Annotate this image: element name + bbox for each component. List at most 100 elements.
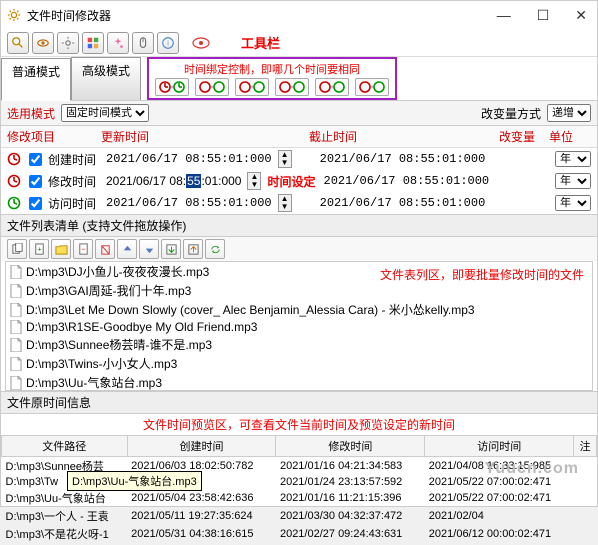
filelist-toolbar: + −	[1, 237, 597, 261]
mouse-button[interactable]	[132, 32, 154, 54]
col-note[interactable]: 注	[574, 436, 597, 457]
move-down-button[interactable]	[139, 239, 159, 259]
file-path: D:\mp3\Let Me Down Slowly (cover_ Alec B…	[26, 301, 475, 318]
col-update: 更新时间	[101, 128, 309, 145]
help-button[interactable]: i	[157, 32, 179, 54]
svg-text:+: +	[37, 244, 41, 253]
col-unit: 单位	[549, 128, 589, 145]
bind-label: 时间绑定控制，即哪几个时间要相同	[155, 61, 389, 77]
bind-button-2[interactable]	[195, 78, 229, 96]
create-unit-select[interactable]: 年	[555, 151, 591, 167]
main-toolbar: i 工具栏	[1, 29, 597, 57]
table-row[interactable]: D:\mp3\一个人 - 王袁2021/05/11 19:27:35:62420…	[2, 507, 597, 525]
modify-checkbox[interactable]	[29, 175, 42, 188]
modify-update-time[interactable]: 2021/06/17 08:55:01:000	[104, 174, 243, 189]
svg-text:−: −	[81, 244, 85, 253]
cell-access: 2021/04/08 16:33:15:985	[425, 457, 574, 476]
bind-button-6[interactable]	[355, 78, 389, 96]
col-cutoff: 截止时间	[309, 128, 499, 145]
modify-time-row: 修改时间 2021/06/17 08:55:01:000 ▲▼ 时间设定 202…	[1, 170, 597, 192]
access-update-time[interactable]: 2021/06/17 08:55:01:000	[104, 196, 274, 210]
file-icon	[10, 284, 22, 298]
list-item[interactable]: D:\mp3\GAI周延-我们十年.mp3	[6, 281, 592, 300]
time-bind-panel: 时间绑定控制，即哪几个时间要相同	[147, 57, 397, 100]
filelist-header: 文件列表清单 (支持文件拖放操作)	[1, 214, 597, 237]
access-spinner[interactable]: ▲▼	[278, 194, 292, 212]
maximize-button[interactable]: ☐	[533, 5, 554, 26]
copy-button[interactable]	[7, 239, 27, 259]
clock-icon	[7, 152, 23, 166]
list-item[interactable]: D:\mp3\R1SE-Goodbye My Old Friend.mp3	[6, 319, 592, 335]
access-unit-select[interactable]: 年	[555, 195, 591, 211]
change-mode-select[interactable]: 递增	[547, 104, 591, 122]
table-row[interactable]: D:\mp3\不是花火呀-12021/05/31 04:38:16:615202…	[2, 525, 597, 543]
tab-advanced-mode[interactable]: 高级模式	[71, 57, 141, 100]
bind-button-3[interactable]	[235, 78, 269, 96]
time-setting-anno: 时间设定	[267, 173, 315, 190]
file-path: D:\mp3\Uu-气象站台.mp3	[26, 374, 162, 391]
list-item[interactable]: D:\mp3\Sunnee杨芸晴-谁不是.mp3	[6, 335, 592, 354]
file-path: D:\mp3\DJ小鱼儿-夜夜夜漫长.mp3	[26, 263, 209, 280]
palette-button[interactable]	[82, 32, 104, 54]
bind-button-4[interactable]	[275, 78, 309, 96]
create-checkbox[interactable]	[29, 153, 42, 166]
settings-button[interactable]	[57, 32, 79, 54]
create-spinner[interactable]: ▲▼	[278, 150, 292, 168]
col-access[interactable]: 访问时间	[425, 436, 574, 457]
toolbar-label: 工具栏	[241, 33, 280, 52]
file-icon	[10, 338, 22, 352]
remove-button[interactable]: −	[73, 239, 93, 259]
move-up-button[interactable]	[117, 239, 137, 259]
add-file-button[interactable]: +	[29, 239, 49, 259]
view-button[interactable]	[32, 32, 54, 54]
close-button[interactable]: ✕	[571, 5, 591, 26]
mode-label: 选用模式	[7, 105, 55, 122]
cell-path: D:\mp3\Uu-气象站台	[2, 489, 128, 507]
list-item[interactable]: D:\mp3\Uu-气象站台.mp3	[6, 373, 592, 391]
col-item: 修改项目	[7, 128, 101, 145]
bind-button-1[interactable]	[155, 78, 189, 96]
modify-cutoff-time[interactable]: 2021/06/17 08:55:01:000	[322, 174, 492, 188]
create-label: 创建时间	[48, 151, 100, 168]
file-icon	[10, 303, 22, 317]
refresh-button[interactable]	[205, 239, 225, 259]
col-create[interactable]: 创建时间	[127, 436, 276, 457]
cell-path: D:\mp3\一个人 - 王袁	[2, 507, 128, 525]
clear-button[interactable]	[95, 239, 115, 259]
preview-header: 文件原时间信息	[1, 391, 597, 414]
file-path: D:\mp3\R1SE-Goodbye My Old Friend.mp3	[26, 320, 257, 334]
minimize-button[interactable]: —	[493, 5, 515, 26]
time-columns-header: 修改项目 更新时间 截止时间 改变量 单位	[1, 126, 597, 148]
file-list[interactable]: 文件表列区，即要批量修改时间的文件 D:\mp3\DJ小鱼儿-夜夜夜漫长.mp3…	[5, 261, 593, 391]
clock-icon	[7, 174, 23, 188]
list-item[interactable]: D:\mp3\Let Me Down Slowly (cover_ Alec B…	[6, 300, 592, 319]
import-button[interactable]	[183, 239, 203, 259]
file-icon	[10, 320, 22, 334]
add-folder-button[interactable]	[51, 239, 71, 259]
access-checkbox[interactable]	[29, 197, 42, 210]
file-path: D:\mp3\Sunnee杨芸晴-谁不是.mp3	[26, 336, 212, 353]
cell-access: 2021/05/22 07:00:02:471	[425, 489, 574, 507]
magic-button[interactable]	[107, 32, 129, 54]
col-path[interactable]: 文件路径	[2, 436, 128, 457]
file-icon	[10, 357, 22, 371]
create-update-time[interactable]: 2021/06/17 08:55:01:000	[104, 152, 274, 166]
cell-modify: 2021/03/30 04:32:37:472	[276, 507, 425, 525]
table-row[interactable]: D:\mp3\Uu-气象站台2021/05/04 23:58:42:636202…	[2, 489, 597, 507]
access-cutoff-time[interactable]: 2021/06/17 08:55:01:000	[318, 196, 488, 210]
modify-spinner[interactable]: ▲▼	[247, 172, 261, 190]
export-button[interactable]	[161, 239, 181, 259]
clock-icon	[7, 196, 23, 210]
mode-tabs: 普通模式 高级模式	[1, 57, 141, 100]
change-mode-label: 改变量方式	[481, 105, 541, 122]
list-item[interactable]: D:\mp3\Twins-小小女人.mp3	[6, 354, 592, 373]
create-cutoff-time[interactable]: 2021/06/17 08:55:01:000	[318, 152, 488, 166]
cell-modify: 2021/01/16 11:21:15:396	[276, 489, 425, 507]
modify-unit-select[interactable]: 年	[555, 173, 591, 189]
bind-button-5[interactable]	[315, 78, 349, 96]
tab-normal-mode[interactable]: 普通模式	[1, 58, 71, 101]
mode-select[interactable]: 固定时间模式	[61, 104, 149, 122]
col-modify[interactable]: 修改时间	[276, 436, 425, 457]
search-button[interactable]	[7, 32, 29, 54]
window-title: 文件时间修改器	[27, 7, 493, 24]
